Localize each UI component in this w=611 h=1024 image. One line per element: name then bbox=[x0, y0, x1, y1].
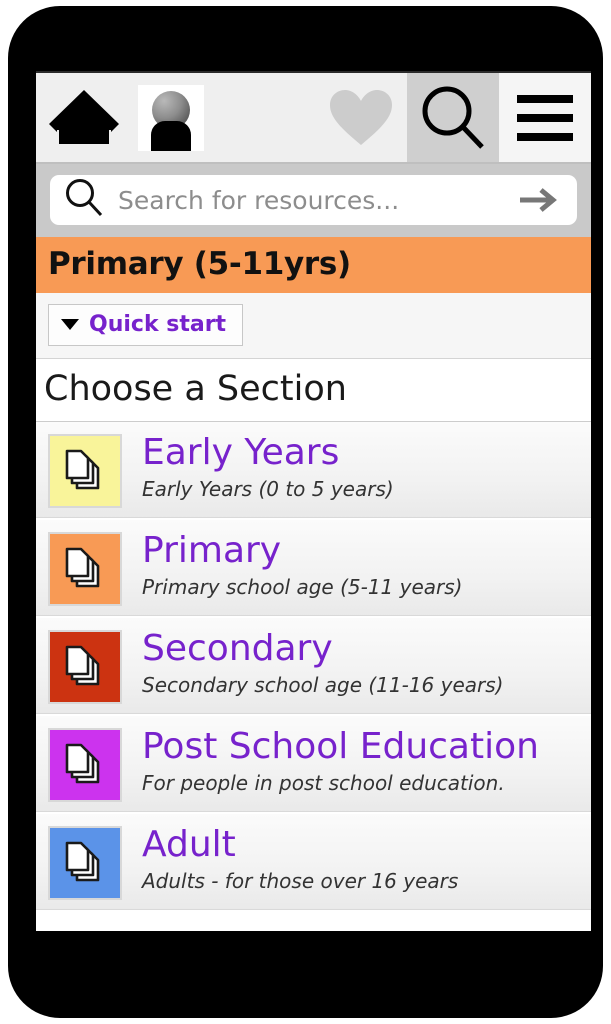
section-item-title[interactable]: Early Years bbox=[142, 433, 394, 472]
section-item-title[interactable]: Primary bbox=[142, 531, 462, 570]
quick-start-label: Quick start bbox=[89, 312, 227, 337]
section-item-description: For people in post school education. bbox=[142, 771, 505, 796]
list-item[interactable]: Post School Education For people in post … bbox=[36, 716, 591, 814]
list-item[interactable]: Secondary Secondary school age (11-16 yea… bbox=[36, 618, 591, 716]
search-icon bbox=[420, 85, 486, 151]
section-item-title[interactable]: Post School Education bbox=[142, 727, 539, 766]
list-item[interactable]: Primary Primary school age (5-11 years) bbox=[36, 520, 591, 618]
list-item[interactable]: Adult Adults - for those over 16 years bbox=[36, 814, 591, 912]
search-submit-button[interactable] bbox=[517, 185, 565, 215]
quick-start-bar: Quick start bbox=[36, 293, 591, 359]
search-field-icon bbox=[64, 178, 104, 222]
section-item-description: Secondary school age (11-16 years) bbox=[142, 673, 504, 698]
section-icon-tile bbox=[48, 434, 122, 508]
list-item[interactable]: Early Years Early Years (0 to 5 years) bbox=[36, 422, 591, 520]
section-item-text: Adult Adults - for those over 16 years bbox=[122, 825, 459, 894]
section-icon-tile bbox=[48, 630, 122, 704]
documents-stack-icon bbox=[65, 841, 100, 882]
section-item-description: Primary school age (5-11 years) bbox=[142, 575, 463, 600]
section-item-title[interactable]: Secondary bbox=[142, 629, 503, 668]
home-icon bbox=[47, 88, 121, 148]
avatar bbox=[138, 84, 204, 151]
section-icon-tile bbox=[48, 826, 122, 900]
section-icon-tile bbox=[48, 532, 122, 606]
section-item-description: Adults - for those over 16 years bbox=[142, 869, 459, 894]
nav-favourites-button[interactable] bbox=[315, 73, 407, 162]
documents-stack-icon bbox=[65, 547, 100, 588]
section-list: Early Years Early Years (0 to 5 years) Pri… bbox=[36, 422, 591, 912]
nav-menu-button[interactable] bbox=[499, 73, 591, 162]
documents-stack-icon bbox=[65, 743, 100, 784]
documents-stack-icon bbox=[65, 645, 100, 686]
nav-account-button[interactable] bbox=[132, 73, 210, 162]
page-title-banner: Primary (5-11yrs) bbox=[36, 237, 591, 293]
documents-stack-icon bbox=[65, 449, 100, 490]
nav-search-tab[interactable] bbox=[407, 73, 499, 162]
page-heading: Choose a Section bbox=[36, 359, 591, 422]
section-icon-tile bbox=[48, 728, 122, 802]
section-item-description: Early Years (0 to 5 years) bbox=[142, 477, 394, 502]
section-item-text: Early Years Early Years (0 to 5 years) bbox=[122, 433, 394, 502]
search-input[interactable]: Search for resources... bbox=[50, 175, 577, 225]
top-navigation-bar bbox=[36, 71, 591, 164]
search-bar: Search for resources... bbox=[36, 164, 591, 237]
section-item-text: Secondary Secondary school age (11-16 yea… bbox=[122, 629, 504, 698]
search-placeholder: Search for resources... bbox=[118, 185, 400, 215]
heart-icon bbox=[328, 88, 394, 148]
chevron-down-icon bbox=[61, 319, 79, 330]
phone-screen: Search for resources... Primary (5-11yrs… bbox=[36, 71, 591, 931]
section-item-title[interactable]: Adult bbox=[142, 825, 458, 864]
hamburger-menu-icon bbox=[517, 84, 573, 152]
section-item-text: Post School Education For people in post … bbox=[122, 727, 539, 796]
section-item-text: Primary Primary school age (5-11 years) bbox=[122, 531, 463, 600]
phone-device-frame: Search for resources... Primary (5-11yrs… bbox=[8, 6, 603, 1018]
nav-home-button[interactable] bbox=[36, 73, 132, 162]
quick-start-button[interactable]: Quick start bbox=[48, 304, 244, 346]
